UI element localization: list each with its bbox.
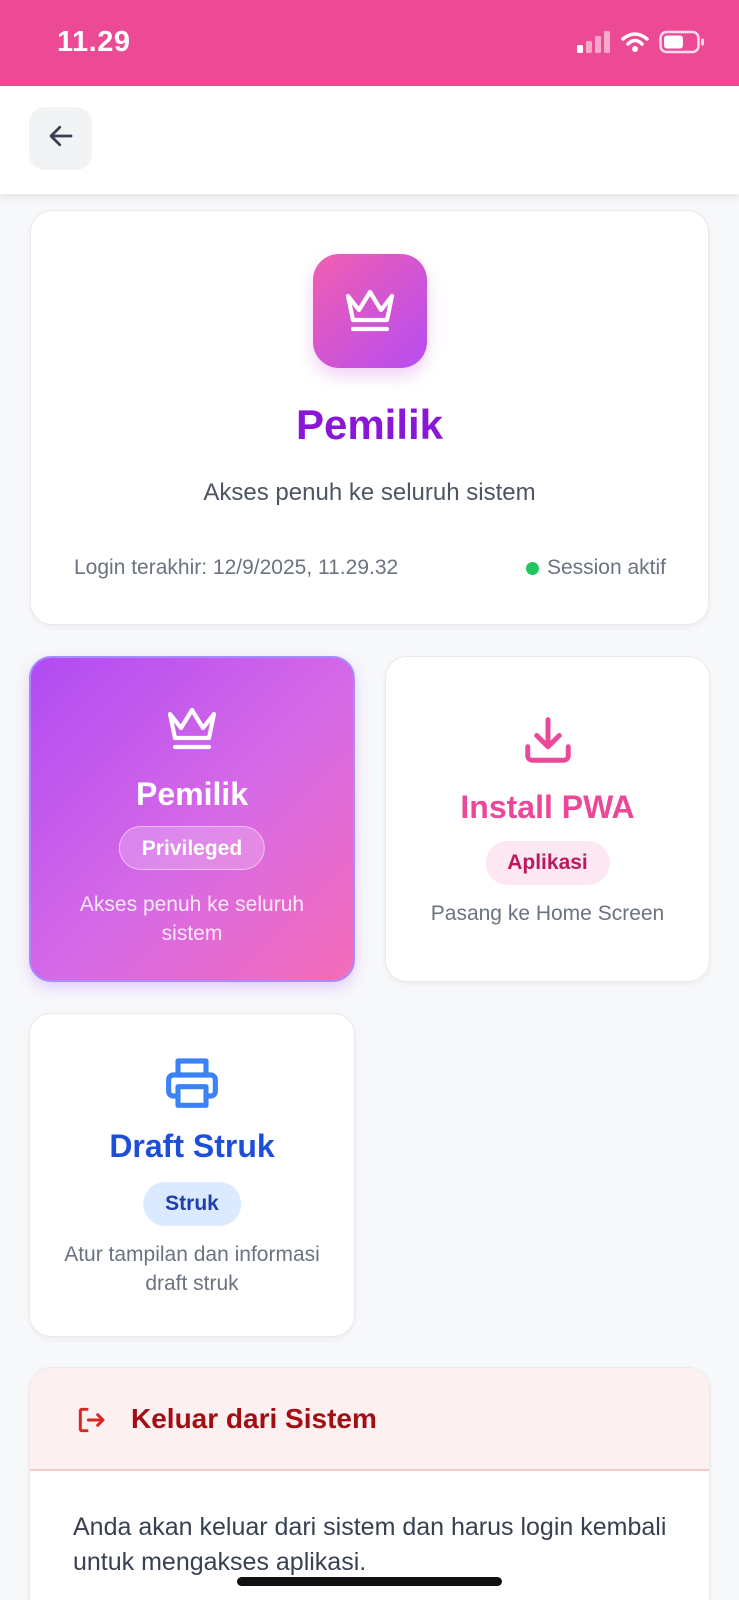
arrow-left-icon xyxy=(46,121,76,156)
status-bar: 11.29 xyxy=(0,0,739,86)
tile-install-pwa[interactable]: Install PWA Aplikasi Pasang ke Home Scre… xyxy=(385,656,710,982)
status-icons xyxy=(577,30,705,59)
last-login-text: Login terakhir: 12/9/2025, 11.29.32 xyxy=(74,556,399,579)
tile-owner-title: Pemilik xyxy=(135,776,249,812)
wifi-icon xyxy=(621,31,649,58)
logout-title: Keluar dari Sistem xyxy=(131,1403,377,1434)
tile-owner-description: Akses penuh ke seluruh sistem xyxy=(79,893,305,945)
tile-draft-struk[interactable]: Draft Struk Struk Atur tampilan dan info… xyxy=(29,1013,355,1337)
session-dot-icon xyxy=(525,561,539,575)
logout-card: Keluar dari Sistem Anda akan keluar dari… xyxy=(29,1367,710,1600)
tile-owner[interactable]: Pemilik Privileged Akses penuh ke seluru… xyxy=(29,656,355,982)
logout-icon xyxy=(74,1404,108,1441)
logout-header[interactable]: Keluar dari Sistem xyxy=(30,1368,709,1471)
printer-icon xyxy=(164,1054,220,1115)
back-button[interactable] xyxy=(29,107,92,170)
battery-icon xyxy=(659,30,705,59)
tile-draft-badge: Struk xyxy=(143,1182,241,1226)
home-indicator xyxy=(237,1577,502,1586)
profile-subtitle: Akses penuh ke seluruh sistem xyxy=(203,479,536,506)
tile-draft-title: Draft Struk xyxy=(109,1128,275,1164)
status-time: 11.29 xyxy=(57,26,131,58)
crown-icon xyxy=(164,702,220,757)
tile-owner-icon-wrap xyxy=(31,702,353,757)
tile-owner-badge: Privileged xyxy=(118,826,266,870)
signal-icon xyxy=(577,31,611,58)
top-bar xyxy=(0,86,739,194)
tile-pwa-description: Pasang ke Home Screen xyxy=(430,902,665,925)
tile-draft-icon-wrap xyxy=(30,1054,354,1115)
download-icon xyxy=(521,713,575,772)
logout-description: Anda akan keluar dari sistem dan harus l… xyxy=(73,1513,667,1576)
profile-crown-badge xyxy=(313,254,427,368)
profile-title: Pemilik xyxy=(295,401,444,448)
tile-pwa-title: Install PWA xyxy=(460,789,635,825)
session-status: Session aktif xyxy=(525,556,666,580)
crown-icon xyxy=(342,284,398,339)
tile-draft-description: Atur tampilan dan informasi draft struk xyxy=(64,1243,320,1295)
tile-pwa-icon-wrap xyxy=(386,713,709,772)
session-status-label: Session aktif xyxy=(546,556,666,579)
tile-pwa-badge: Aplikasi xyxy=(485,841,610,885)
profile-card: Pemilik Akses penuh ke seluruh sistem Lo… xyxy=(30,210,709,625)
